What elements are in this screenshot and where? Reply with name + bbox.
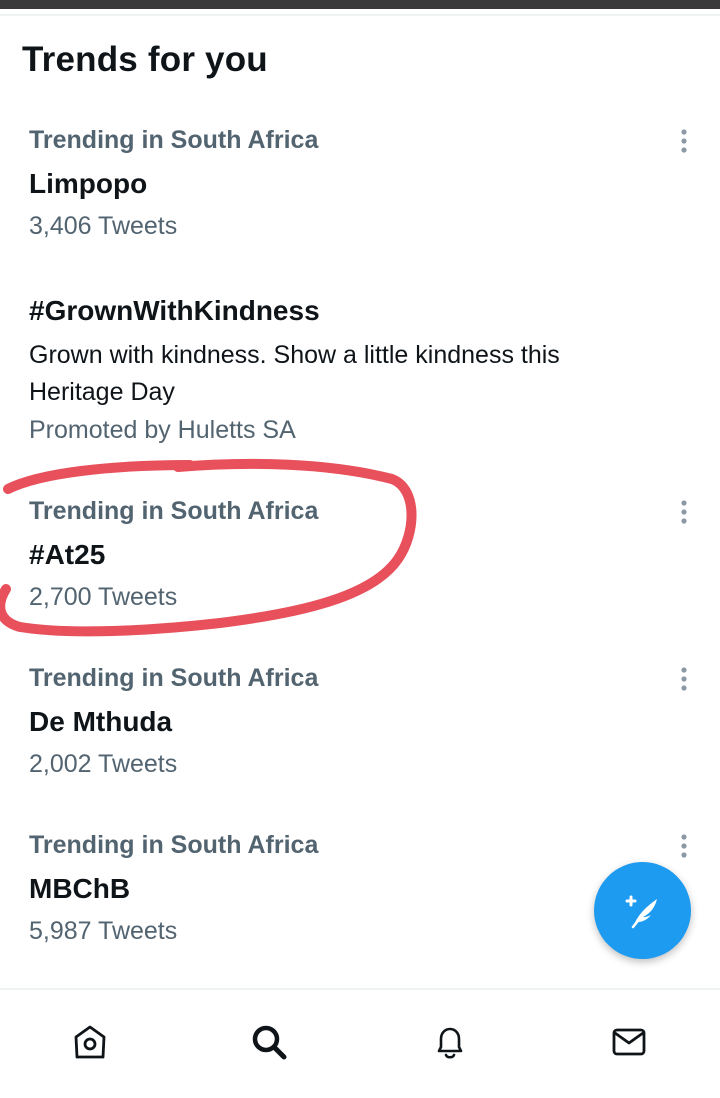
bottom-navigation xyxy=(0,988,720,1098)
status-bar-remnant xyxy=(0,0,720,9)
trend-name: #At25 xyxy=(29,539,106,570)
nav-messages[interactable] xyxy=(607,1020,651,1064)
trend-context: Trending in South Africa xyxy=(29,126,319,154)
trend-tweet-count: 3,406 Tweets xyxy=(29,212,178,240)
compose-tweet-button[interactable] xyxy=(594,862,691,959)
trend-item[interactable]: Trending in South Africa De Mthuda 2,002… xyxy=(0,664,720,779)
trend-name: Limpopo xyxy=(29,168,148,199)
trend-tweet-count: 2,002 Tweets xyxy=(29,750,178,778)
section-title: Trends for you xyxy=(22,40,268,79)
trend-item[interactable]: Trending in South Africa Limpopo 3,406 T… xyxy=(0,126,720,241)
promoted-trend-description: Grown with kindness. Show a little kindn… xyxy=(29,341,560,406)
more-vertical-icon[interactable] xyxy=(672,664,696,694)
promoted-trend-name: #GrownWithKindness xyxy=(29,295,320,326)
envelope-icon xyxy=(612,1028,646,1056)
trend-tweet-count: 5,987 Tweets xyxy=(29,917,178,945)
explore-trends-screen: Trends for you Trending in South Africa … xyxy=(0,0,720,1098)
more-vertical-icon[interactable] xyxy=(672,126,696,156)
more-vertical-icon[interactable] xyxy=(672,831,696,861)
more-vertical-icon[interactable] xyxy=(672,497,696,527)
home-icon xyxy=(74,1025,106,1059)
header-divider xyxy=(0,14,720,16)
search-icon xyxy=(252,1025,287,1060)
trend-name: MBChB xyxy=(29,873,131,904)
promoted-by-label: Promoted by Huletts SA xyxy=(29,416,296,444)
bell-icon xyxy=(437,1027,463,1059)
compose-tweet-icon xyxy=(625,895,657,928)
promoted-trend-item[interactable]: #GrownWithKindness Grown with kindness. … xyxy=(0,295,720,450)
trend-name: De Mthuda xyxy=(29,706,173,737)
trend-tweet-count: 2,700 Tweets xyxy=(29,583,178,611)
trend-context: Trending in South Africa xyxy=(29,831,319,859)
nav-search[interactable] xyxy=(247,1020,291,1064)
trend-item[interactable]: Trending in South Africa #At25 2,700 Twe… xyxy=(0,497,720,612)
trend-context: Trending in South Africa xyxy=(29,664,319,692)
nav-home[interactable] xyxy=(68,1020,112,1064)
trend-context: Trending in South Africa xyxy=(29,497,319,525)
nav-notifications[interactable] xyxy=(428,1020,472,1064)
